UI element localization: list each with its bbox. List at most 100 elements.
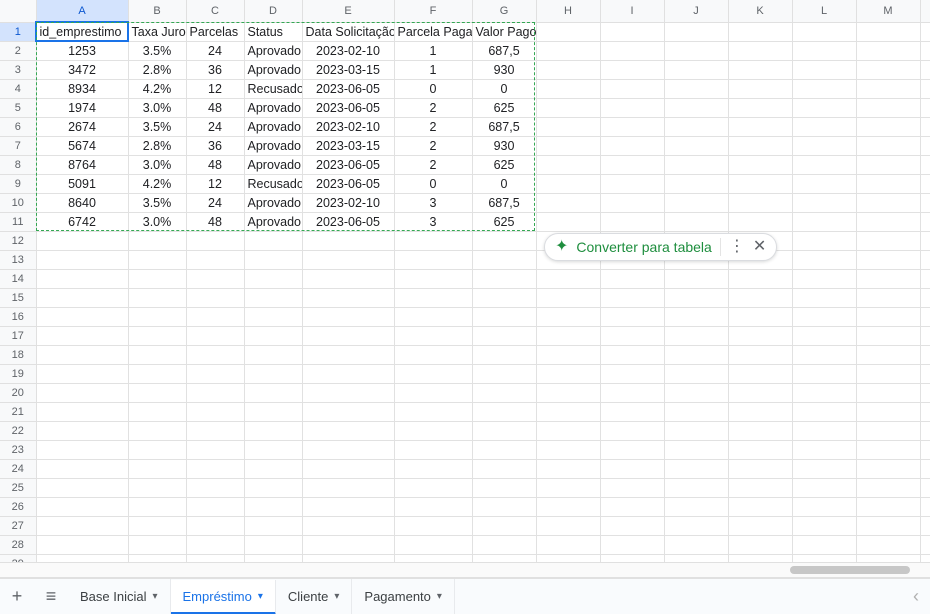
cell-G10[interactable]: 687,5 [472, 193, 536, 212]
cell-F1[interactable]: Parcela Paga [394, 22, 472, 41]
cell-D24[interactable] [244, 459, 302, 478]
cell-F7[interactable]: 2 [394, 136, 472, 155]
cell-D13[interactable] [244, 250, 302, 269]
cell-J9[interactable] [664, 174, 728, 193]
row-header-21[interactable]: 21 [0, 402, 36, 421]
cell-E6[interactable]: 2023-02-10 [302, 117, 394, 136]
cell-H28[interactable] [536, 535, 600, 554]
cell-L25[interactable] [792, 478, 856, 497]
cell-H7[interactable] [536, 136, 600, 155]
cell-H16[interactable] [536, 307, 600, 326]
cell-N24[interactable] [920, 459, 930, 478]
cell-J6[interactable] [664, 117, 728, 136]
cell-J15[interactable] [664, 288, 728, 307]
row-header-5[interactable]: 5 [0, 98, 36, 117]
cell-L6[interactable] [792, 117, 856, 136]
more-vert-icon[interactable]: ⋮ [729, 239, 745, 255]
cell-L27[interactable] [792, 516, 856, 535]
row-header-11[interactable]: 11 [0, 212, 36, 231]
cell-I23[interactable] [600, 440, 664, 459]
cell-J17[interactable] [664, 326, 728, 345]
sheet-tab-base-inicial[interactable]: Base Inicial▾ [68, 579, 171, 614]
cell-F18[interactable] [394, 345, 472, 364]
cell-K5[interactable] [728, 98, 792, 117]
cell-M22[interactable] [856, 421, 920, 440]
cell-K25[interactable] [728, 478, 792, 497]
cell-G8[interactable]: 625 [472, 155, 536, 174]
cell-G13[interactable] [472, 250, 536, 269]
cell-M10[interactable] [856, 193, 920, 212]
cell-A9[interactable]: 5091 [36, 174, 128, 193]
cell-A22[interactable] [36, 421, 128, 440]
cell-L16[interactable] [792, 307, 856, 326]
cell-G19[interactable] [472, 364, 536, 383]
cell-N7[interactable] [920, 136, 930, 155]
cell-H15[interactable] [536, 288, 600, 307]
cell-A28[interactable] [36, 535, 128, 554]
cell-L20[interactable] [792, 383, 856, 402]
cell-A12[interactable] [36, 231, 128, 250]
cell-G6[interactable]: 687,5 [472, 117, 536, 136]
cell-D22[interactable] [244, 421, 302, 440]
cell-I25[interactable] [600, 478, 664, 497]
cell-H25[interactable] [536, 478, 600, 497]
cell-N17[interactable] [920, 326, 930, 345]
cell-D5[interactable]: Aprovado [244, 98, 302, 117]
cell-G15[interactable] [472, 288, 536, 307]
cell-F19[interactable] [394, 364, 472, 383]
cell-N28[interactable] [920, 535, 930, 554]
cell-H6[interactable] [536, 117, 600, 136]
cell-E7[interactable]: 2023-03-15 [302, 136, 394, 155]
row-header-16[interactable]: 16 [0, 307, 36, 326]
chevron-down-icon[interactable]: ▾ [334, 591, 339, 602]
row-header-28[interactable]: 28 [0, 535, 36, 554]
cell-C27[interactable] [186, 516, 244, 535]
cell-J21[interactable] [664, 402, 728, 421]
cell-B19[interactable] [128, 364, 186, 383]
cell-A25[interactable] [36, 478, 128, 497]
cell-G24[interactable] [472, 459, 536, 478]
cell-A13[interactable] [36, 250, 128, 269]
cell-E14[interactable] [302, 269, 394, 288]
cell-C26[interactable] [186, 497, 244, 516]
cell-L12[interactable] [792, 231, 856, 250]
cell-D1[interactable]: Status [244, 22, 302, 41]
cell-I6[interactable] [600, 117, 664, 136]
cell-H19[interactable] [536, 364, 600, 383]
cell-E3[interactable]: 2023-03-15 [302, 60, 394, 79]
cell-N21[interactable] [920, 402, 930, 421]
cell-F15[interactable] [394, 288, 472, 307]
cell-A7[interactable]: 5674 [36, 136, 128, 155]
cell-C18[interactable] [186, 345, 244, 364]
cell-B25[interactable] [128, 478, 186, 497]
cell-J23[interactable] [664, 440, 728, 459]
cell-A16[interactable] [36, 307, 128, 326]
col-header-B[interactable]: B [128, 0, 186, 22]
cell-M1[interactable] [856, 22, 920, 41]
cell-B10[interactable]: 3.5% [128, 193, 186, 212]
col-header-N[interactable]: N [920, 0, 930, 22]
all-sheets-button[interactable]: ≡ [34, 579, 68, 614]
cell-E10[interactable]: 2023-02-10 [302, 193, 394, 212]
cell-F27[interactable] [394, 516, 472, 535]
cell-B6[interactable]: 3.5% [128, 117, 186, 136]
cell-F12[interactable] [394, 231, 472, 250]
cell-A23[interactable] [36, 440, 128, 459]
cell-L21[interactable] [792, 402, 856, 421]
cell-L10[interactable] [792, 193, 856, 212]
cell-C1[interactable]: Parcelas [186, 22, 244, 41]
row-header-12[interactable]: 12 [0, 231, 36, 250]
cell-F28[interactable] [394, 535, 472, 554]
cell-I9[interactable] [600, 174, 664, 193]
row-header-20[interactable]: 20 [0, 383, 36, 402]
cell-J2[interactable] [664, 41, 728, 60]
cell-N23[interactable] [920, 440, 930, 459]
cell-K23[interactable] [728, 440, 792, 459]
cell-K20[interactable] [728, 383, 792, 402]
cell-I28[interactable] [600, 535, 664, 554]
cell-F9[interactable]: 0 [394, 174, 472, 193]
cell-M2[interactable] [856, 41, 920, 60]
cell-J8[interactable] [664, 155, 728, 174]
cell-G28[interactable] [472, 535, 536, 554]
cell-H22[interactable] [536, 421, 600, 440]
